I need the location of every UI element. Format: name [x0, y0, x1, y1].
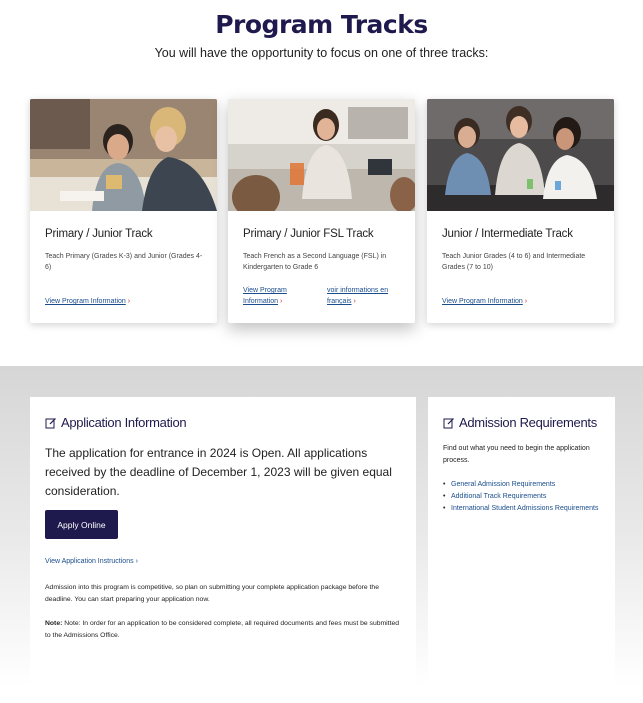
track-card-primary-junior: Primary / Junior Track Teach Primary (Gr… — [30, 99, 217, 323]
chevron-right-icon: › — [280, 298, 283, 305]
international-student-admissions-link[interactable]: International Student Admissions Require… — [443, 503, 603, 515]
page-subtitle: You will have the opportunity to focus o… — [154, 46, 489, 60]
edit-icon — [443, 417, 455, 429]
track-photo-classroom-students — [30, 99, 217, 211]
track-title: Primary / Junior FSL Track — [243, 228, 374, 240]
view-program-information-link[interactable]: View Program Information › — [442, 296, 527, 307]
admission-competitive-text: Admission into this program is competiti… — [45, 584, 379, 603]
view-program-information-link[interactable]: View Program Information › — [243, 285, 313, 307]
application-note: Note: Note: In order for an application … — [45, 620, 400, 639]
track-title: Junior / Intermediate Track — [442, 228, 573, 240]
admission-links-list: General Admission Requirements Additiona… — [443, 479, 603, 515]
admission-requirements-panel: Admission Requirements Find out what you… — [428, 397, 615, 703]
chevron-right-icon: › — [353, 298, 356, 305]
application-status-text: The application for entrance in 2024 is … — [45, 446, 392, 498]
apply-online-button[interactable]: Apply Online — [45, 510, 118, 539]
application-information-panel: Application Information The application … — [30, 397, 416, 703]
track-description: Teach French as a Second Language (FSL) … — [243, 253, 387, 271]
view-application-instructions-link[interactable]: View Application Instructions › — [45, 558, 138, 565]
edit-icon — [45, 417, 57, 429]
program-tracks-section: Program Tracks You will have the opportu… — [0, 0, 643, 366]
application-information-heading: Application Information — [45, 415, 187, 430]
track-photo-classroom-teacher — [228, 99, 415, 211]
chevron-right-icon: › — [524, 298, 528, 305]
track-description: Teach Junior Grades (4 to 6) and Interme… — [442, 253, 586, 271]
chevron-right-icon: › — [135, 558, 138, 565]
admission-requirements-heading: Admission Requirements — [443, 415, 597, 430]
general-admission-requirements-link[interactable]: General Admission Requirements — [443, 479, 603, 491]
admission-description: Find out what you need to begin the appl… — [443, 445, 590, 464]
track-card-primary-junior-fsl: Primary / Junior FSL Track Teach French … — [228, 99, 415, 323]
chevron-right-icon: › — [127, 298, 131, 305]
track-description: Teach Primary (Grades K-3) and Junior (G… — [45, 253, 203, 271]
voir-informations-francais-link[interactable]: voir informations en français › — [327, 285, 407, 307]
page-title: Program Tracks — [215, 10, 428, 39]
track-title: Primary / Junior Track — [45, 228, 153, 240]
additional-track-requirements-link[interactable]: Additional Track Requirements — [443, 491, 603, 503]
track-card-junior-intermediate: Junior / Intermediate Track Teach Junior… — [427, 99, 614, 323]
view-program-information-link[interactable]: View Program Information › — [45, 296, 130, 307]
track-photo-science-lab — [427, 99, 614, 211]
